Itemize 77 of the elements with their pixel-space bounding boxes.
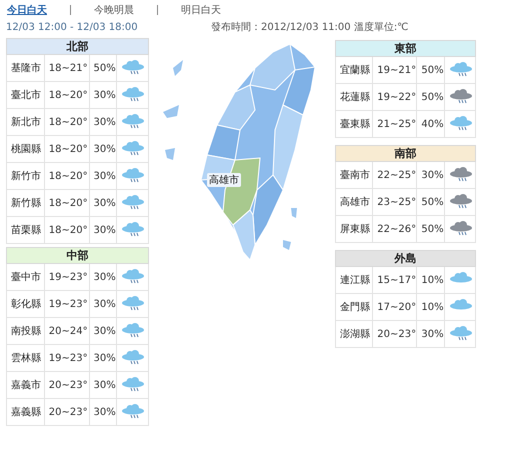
temperature-cell: 15~17° — [372, 266, 417, 294]
temperature-cell: 23~25° — [372, 188, 417, 216]
rain-chance-cell: 30% — [89, 344, 117, 372]
city-cell: 苗栗縣 — [6, 216, 44, 244]
rain-chance-cell: 10% — [416, 294, 444, 320]
rain-chance-cell: 30% — [89, 264, 117, 290]
temperature-cell: 18~20° — [44, 108, 90, 136]
tab[interactable]: 今日白天 — [6, 3, 48, 17]
city-cell: 桃園縣 — [6, 136, 44, 162]
rain-chance-cell: 30% — [89, 190, 117, 216]
rain-chance-cell: 30% — [89, 108, 117, 136]
rain-chance-cell: 10% — [416, 266, 444, 294]
temperature-cell: 19~22° — [372, 84, 417, 110]
tab[interactable]: 明日白天 — [180, 3, 222, 17]
temperature-cell: 17~20° — [372, 294, 417, 320]
rain-chance-cell: 30% — [416, 320, 444, 348]
region-header: 中部 — [6, 248, 148, 264]
city-cell: 新竹市 — [6, 162, 44, 190]
tab[interactable]: 今晚明晨 — [93, 3, 135, 17]
temperature-cell: 18~20° — [44, 136, 90, 162]
rain-chance-cell: 30% — [89, 216, 117, 244]
temperature-cell: 20~23° — [372, 320, 417, 348]
rain-chance-cell: 50% — [416, 84, 444, 110]
rain-chance-cell: 30% — [89, 136, 117, 162]
rain-chance-cell: 50% — [416, 188, 444, 216]
temperature-cell: 18~20° — [44, 216, 90, 244]
rain-chance-cell: 30% — [416, 162, 444, 188]
city-cell: 基隆市 — [6, 54, 44, 82]
temperature-cell: 20~23° — [44, 398, 90, 426]
rain-chance-cell: 30% — [89, 372, 117, 398]
rain-chance-cell: 30% — [89, 290, 117, 318]
city-cell: 屏東縣 — [336, 216, 373, 242]
temperature-cell: 21~25° — [372, 110, 417, 138]
city-cell: 花蓮縣 — [336, 84, 373, 110]
city-cell: 南投縣 — [6, 318, 44, 344]
city-cell: 新竹縣 — [6, 190, 44, 216]
region-header: 外島 — [336, 250, 476, 266]
forecast-period: 12/03 12:00 - 12/03 18:00 — [6, 22, 139, 32]
city-cell: 宜蘭縣 — [336, 56, 373, 84]
rain-chance-cell: 30% — [89, 162, 117, 190]
region-header: 北部 — [6, 38, 148, 54]
temperature-cell: 19~23° — [44, 344, 90, 372]
city-cell: 臺北市 — [6, 82, 44, 108]
city-cell: 臺東縣 — [336, 110, 373, 138]
region-header: 南部 — [336, 146, 476, 162]
temperature-cell: 20~23° — [44, 372, 90, 398]
city-cell: 臺中市 — [6, 264, 44, 290]
temperature-cell: 19~23° — [44, 290, 90, 318]
issue-time: 發布時間：2012/12/03 11:00 溫度單位:℃ — [211, 20, 408, 34]
region-header: 東部 — [336, 40, 476, 56]
temperature-cell: 18~20° — [44, 190, 90, 216]
rain-chance-cell: 40% — [416, 110, 444, 138]
city-cell: 嘉義市 — [6, 372, 44, 398]
rain-chance-cell: 50% — [89, 54, 117, 82]
city-cell: 彰化縣 — [6, 290, 44, 318]
city-cell: 連江縣 — [336, 266, 373, 294]
city-cell: 嘉義縣 — [6, 398, 44, 426]
city-cell: 澎湖縣 — [336, 320, 373, 348]
city-cell: 高雄市 — [336, 188, 373, 216]
temperature-cell: 18~20° — [44, 162, 90, 190]
map-label: 高雄市 — [207, 173, 241, 187]
city-cell: 新北市 — [6, 108, 44, 136]
temperature-cell: 22~26° — [372, 216, 417, 242]
rain-chance-cell: 50% — [416, 56, 444, 84]
temperature-cell: 19~21° — [372, 56, 417, 84]
temperature-cell: 19~23° — [44, 264, 90, 290]
temperature-cell: 20~24° — [44, 318, 90, 344]
rain-chance-cell: 30% — [89, 82, 117, 108]
temperature-cell: 18~20° — [44, 82, 90, 108]
rain-chance-cell: 30% — [89, 318, 117, 344]
rain-chance-cell: 30% — [89, 398, 117, 426]
temperature-cell: 18~21° — [44, 54, 90, 82]
rain-chance-cell: 50% — [416, 216, 444, 242]
city-cell: 金門縣 — [336, 294, 373, 320]
city-cell: 臺南市 — [336, 162, 373, 188]
temperature-cell: 22~25° — [372, 162, 417, 188]
city-cell: 雲林縣 — [6, 344, 44, 372]
